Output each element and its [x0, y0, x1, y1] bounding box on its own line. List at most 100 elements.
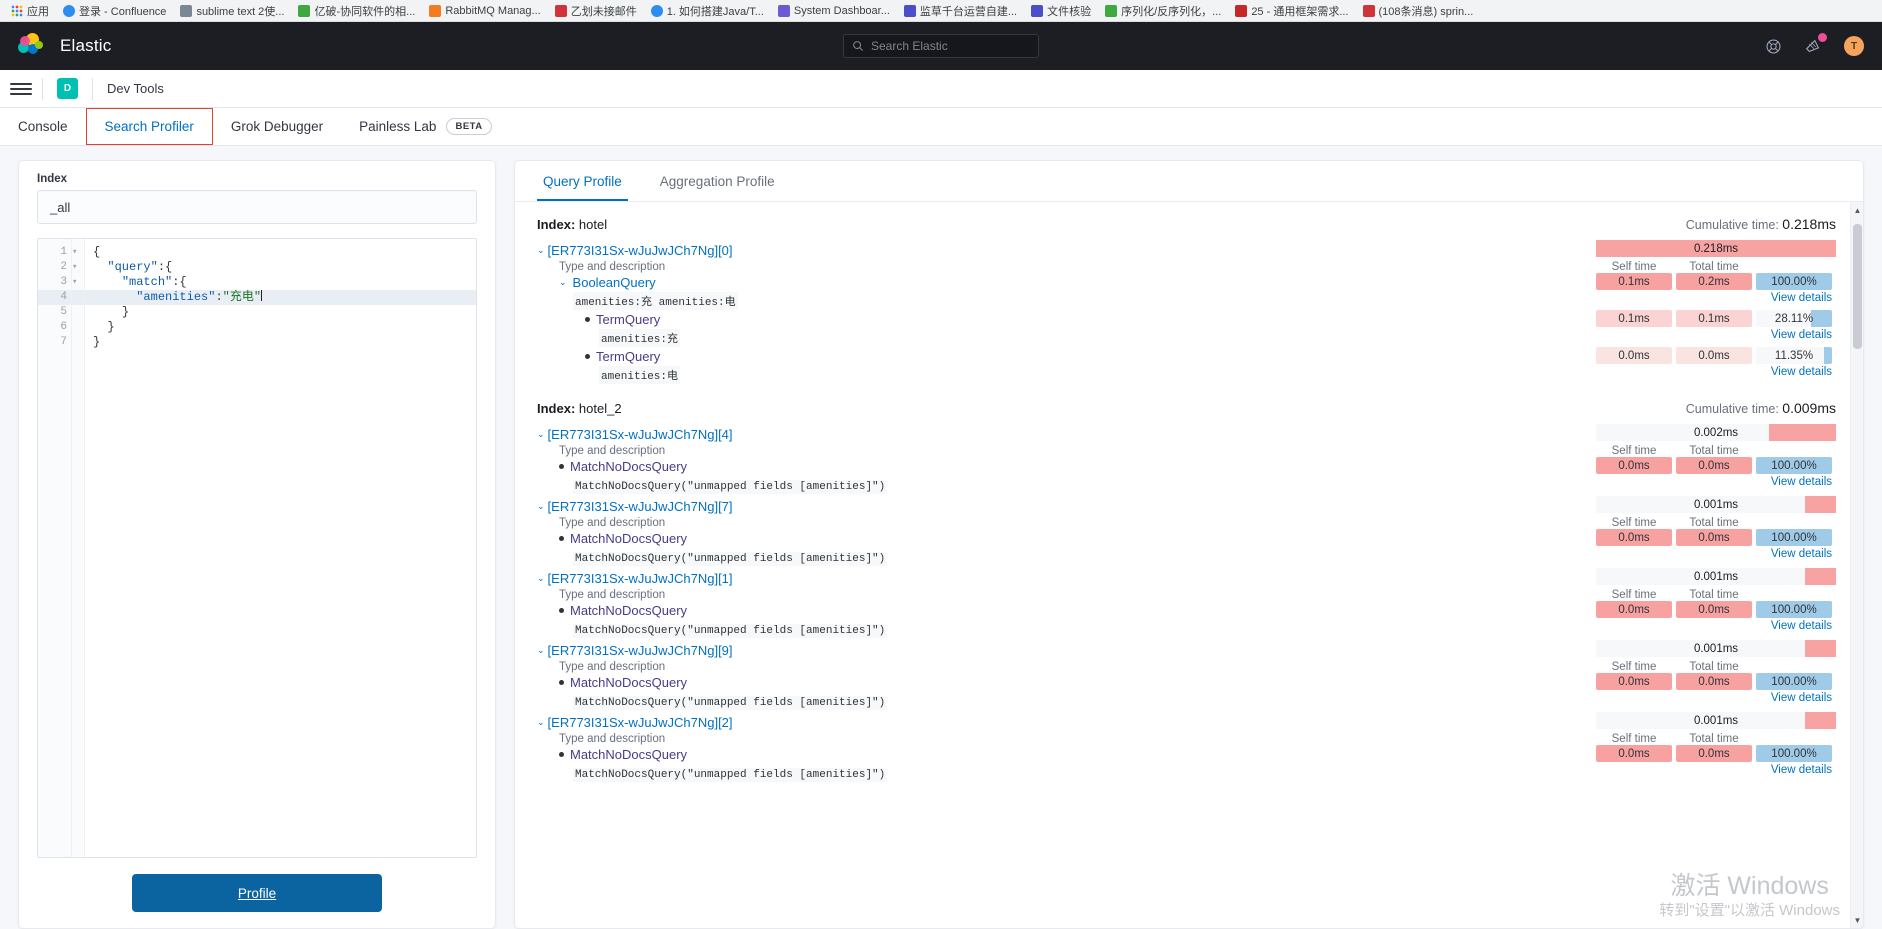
- bookmark-item[interactable]: 1. 如何搭建Java/T...: [644, 2, 771, 20]
- bookmark-item[interactable]: 登录 - Confluence: [56, 2, 173, 20]
- query-node: MatchNoDocsQuery MatchNoDocsQuery("unmapp…: [537, 457, 1586, 494]
- view-details-link[interactable]: View details: [1596, 292, 1836, 304]
- fold-toggle[interactable]: ▾: [72, 245, 84, 260]
- breadcrumb-app-name[interactable]: Dev Tools: [107, 81, 164, 96]
- total-time-header: Total time: [1689, 589, 1739, 601]
- fold-toggle[interactable]: [72, 290, 84, 305]
- query-node-row: MatchNoDocsQuery MatchNoDocsQuery("unmapp…: [537, 673, 1836, 710]
- bookmark-item[interactable]: RabbitMQ Manag...: [422, 4, 547, 18]
- code-line[interactable]: "query":{: [85, 260, 476, 275]
- percent-header: [1756, 261, 1832, 273]
- shard-id[interactable]: ⌄ [ER773I31Sx-wJuJwJCh7Ng][4]: [537, 424, 1586, 445]
- shard-id[interactable]: ⌄ [ER773I31Sx-wJuJwJCh7Ng][9]: [537, 640, 1586, 661]
- view-details-link[interactable]: View details: [1596, 548, 1836, 560]
- view-details-link[interactable]: View details: [1596, 366, 1836, 378]
- bookmark-item[interactable]: 序列化/反序列化，...: [1098, 2, 1228, 20]
- view-details-link[interactable]: View details: [1596, 692, 1836, 704]
- shard-id-label: [ER773I31Sx-wJuJwJCh7Ng][9]: [547, 643, 733, 658]
- chevron-down-icon: ⌄: [537, 645, 545, 655]
- view-details-link[interactable]: View details: [1596, 476, 1836, 488]
- text-caret: [261, 290, 263, 301]
- total-time-value: 0.2ms: [1676, 273, 1752, 290]
- profile-tree: Index: hotel Cumulative time: 0.218ms ⌄ [ER…: [515, 202, 1850, 928]
- user-avatar[interactable]: T: [1844, 36, 1864, 56]
- query-node-title: TermQuery: [585, 347, 1586, 366]
- shard-time-bar: 0.001ms: [1596, 712, 1836, 729]
- code-line[interactable]: {: [85, 245, 476, 260]
- query-type-label: MatchNoDocsQuery: [570, 675, 688, 690]
- global-search-bar[interactable]: Search Elastic: [843, 34, 1039, 58]
- shard-id-wrap: ⌄ [ER773I31Sx-wJuJwJCh7Ng][4]: [537, 424, 1586, 445]
- code-token: :{: [157, 260, 173, 274]
- code-line[interactable]: "amenities":"充电": [85, 290, 476, 305]
- editor-code-area[interactable]: { "query":{ "match":{ "amenities":"充电" }…: [85, 239, 476, 857]
- help-lifebuoy-icon[interactable]: [1765, 38, 1782, 55]
- bookmark-item[interactable]: 应用: [4, 2, 56, 20]
- bookmark-item[interactable]: 监草千台运营自建...: [897, 2, 1024, 20]
- query-node-row: MatchNoDocsQuery MatchNoDocsQuery("unmapp…: [537, 457, 1836, 494]
- scroll-up-arrow[interactable]: ▲: [1851, 202, 1863, 218]
- tab-console[interactable]: Console: [0, 108, 86, 145]
- bookmark-item[interactable]: sublime text 2使...: [173, 2, 291, 20]
- fold-toggle[interactable]: ▾: [72, 260, 84, 275]
- view-details-link[interactable]: View details: [1596, 329, 1836, 341]
- bullet-icon: [559, 464, 564, 469]
- code-token: :: [215, 290, 223, 304]
- bookmark-item[interactable]: System Dashboar...: [771, 4, 897, 18]
- bookmark-item[interactable]: 乙划未接邮件: [548, 2, 644, 20]
- metrics-wrap: 0.0ms 0.0ms 100.00% View details: [1596, 673, 1836, 704]
- shard-id-label: [ER773I31Sx-wJuJwJCh7Ng][1]: [547, 571, 733, 586]
- index-input[interactable]: [37, 190, 477, 224]
- timing-column-headers: Self time Total time: [1596, 733, 1836, 745]
- code-line[interactable]: }: [85, 335, 476, 350]
- query-node-title[interactable]: ⌄ BooleanQuery: [559, 273, 1586, 292]
- tab-search-profiler[interactable]: Search Profiler: [85, 108, 213, 145]
- view-details-link[interactable]: View details: [1596, 764, 1836, 776]
- chevron-down-icon: ⌄: [537, 501, 545, 511]
- code-line[interactable]: }: [85, 305, 476, 320]
- query-type-label: MatchNoDocsQuery: [570, 603, 688, 618]
- query-node: ⌄ BooleanQuery amenities:充 amenities:电: [537, 273, 1586, 310]
- view-details-link[interactable]: View details: [1596, 620, 1836, 632]
- code-token: "match": [121, 275, 173, 289]
- tab-grok-debugger[interactable]: Grok Debugger: [213, 108, 341, 145]
- percent-text: 100.00%: [1771, 275, 1817, 288]
- self-time-header: Self time: [1611, 445, 1657, 457]
- code-line[interactable]: "match":{: [85, 275, 476, 290]
- tab-aggregation-profile[interactable]: Aggregation Profile: [654, 161, 781, 201]
- shard-id-wrap: ⌄ [ER773I31Sx-wJuJwJCh7Ng][0]: [537, 240, 1586, 261]
- code-line[interactable]: }: [85, 320, 476, 335]
- index-label: Index: [37, 173, 68, 185]
- space-avatar[interactable]: D: [57, 78, 78, 99]
- code-token: {: [93, 245, 101, 259]
- fold-toggle[interactable]: [72, 320, 84, 335]
- hamburger-menu-icon[interactable]: [10, 78, 32, 100]
- tab-query-profile[interactable]: Query Profile: [537, 161, 628, 201]
- profile-button[interactable]: Profile: [132, 874, 382, 912]
- news-megaphone-icon[interactable]: [1804, 33, 1827, 55]
- query-node: TermQuery amenities:充: [537, 310, 1586, 347]
- bookmark-item[interactable]: (108条消息) sprin...: [1356, 2, 1481, 20]
- shard-time-label: 0.001ms: [1693, 570, 1739, 583]
- bookmark-item[interactable]: 亿破-协同软件的相...: [291, 2, 422, 20]
- fold-toggle[interactable]: [72, 305, 84, 320]
- scroll-down-arrow[interactable]: ▼: [1851, 912, 1863, 928]
- chevron-down-icon: ⌄: [537, 429, 545, 439]
- line-number: 6: [60, 321, 67, 333]
- scrollbar-thumb[interactable]: [1853, 224, 1862, 349]
- shard-id[interactable]: ⌄ [ER773I31Sx-wJuJwJCh7Ng][2]: [537, 712, 1586, 733]
- fold-toggle[interactable]: ▾: [72, 275, 84, 290]
- shard-id[interactable]: ⌄ [ER773I31Sx-wJuJwJCh7Ng][1]: [537, 568, 1586, 589]
- bookmark-item[interactable]: 25 - 通用框架需求...: [1228, 2, 1355, 20]
- profile-scroll-region: Index: hotel Cumulative time: 0.218ms ⌄ [ER…: [515, 202, 1863, 928]
- editor-line-numbers: 1 2 3 45 6 7: [38, 239, 72, 857]
- tab-painless-lab[interactable]: Painless Lab BETA: [341, 108, 509, 145]
- percent-value: 100.00%: [1756, 529, 1832, 546]
- fold-toggle[interactable]: [72, 335, 84, 350]
- bookmark-item[interactable]: 文件核验: [1024, 2, 1098, 20]
- shard-id[interactable]: ⌄ [ER773I31Sx-wJuJwJCh7Ng][0]: [537, 240, 1586, 261]
- vertical-scrollbar[interactable]: ▲ ▼: [1850, 202, 1863, 928]
- shard-id[interactable]: ⌄ [ER773I31Sx-wJuJwJCh7Ng][7]: [537, 496, 1586, 517]
- editor-fold-column[interactable]: ▾ ▾ ▾: [72, 239, 85, 857]
- query-editor[interactable]: 1234567 ▾ ▾ ▾ { "query":{ "match":{ "ameni…: [37, 238, 477, 858]
